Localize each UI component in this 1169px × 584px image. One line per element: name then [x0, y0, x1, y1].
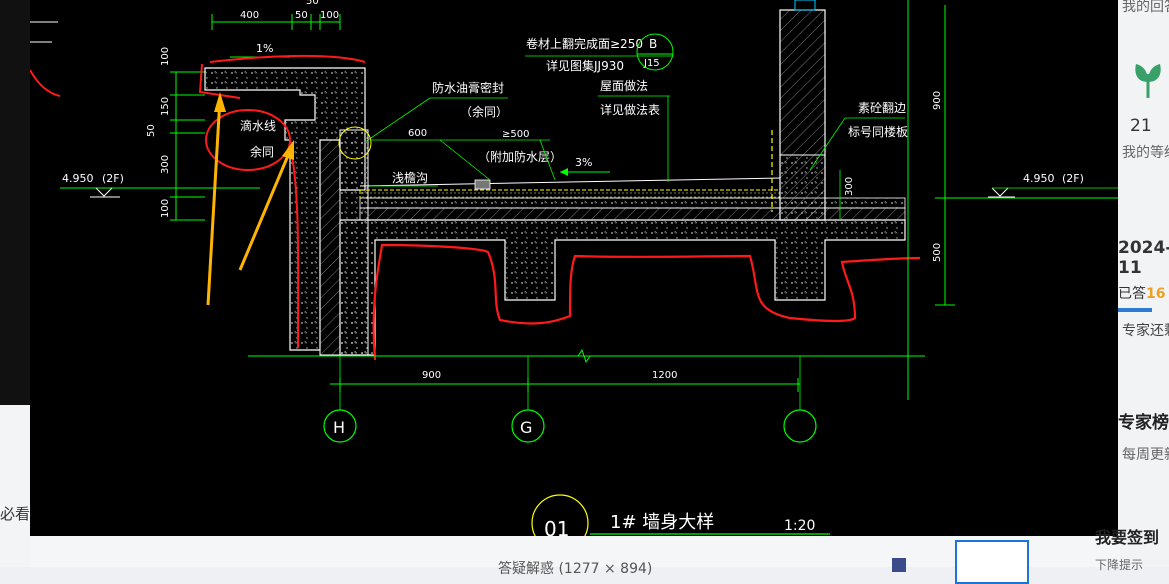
right-rank[interactable]: 专家榜 [1118, 408, 1169, 433]
note-roof: 屋面做法 [600, 78, 648, 93]
dim-left-50: 50 [146, 124, 157, 137]
left-edge-text: 必看 [0, 505, 31, 523]
level-mark-left: 4.950 (2F) [60, 172, 260, 198]
note-concrete-edge: 素砼翻边 [858, 101, 906, 115]
note-drip-line: 滴水线 [240, 118, 276, 133]
dim-left-100-bottom: 100 [160, 199, 171, 218]
note-concrete-edge-ref: 标号同楼板 [848, 124, 908, 139]
right-count: 21 [1130, 116, 1152, 136]
image-caption: 答疑解惑 (1277 × 894) [498, 561, 653, 577]
dim-600: 600 [408, 128, 427, 139]
caption-button[interactable] [892, 558, 906, 572]
dim-50-b: 50 [306, 0, 319, 7]
callout-b: B [649, 37, 657, 51]
bottom-dimensions: 900 1200 [248, 348, 925, 410]
dim-left-150: 150 [160, 97, 171, 116]
dim-900-bottom: 900 [422, 370, 441, 381]
title-number: 01 [544, 517, 569, 536]
note-sealant: 防水油膏密封 [432, 80, 504, 95]
image-viewer[interactable]: 400 50 100 50 1% 100 150 50 300 100 4.95… [30, 0, 1120, 536]
dim-1200-bottom: 1200 [652, 370, 677, 381]
left-dimensions: 100 150 50 300 100 [146, 47, 205, 221]
axis-bubbles: H G [323, 409, 817, 443]
title-scale: 1:20 [784, 518, 815, 534]
note-drip-same: 余同 [250, 144, 274, 159]
level-left-floor: (2F) [102, 172, 124, 185]
note-sealant-same: （余同） [460, 104, 508, 119]
dim-left-300: 300 [160, 155, 171, 174]
slope-top: 1% [256, 42, 273, 55]
top-left-fragment [30, 21, 61, 97]
right-update: 每周更新的 [1122, 447, 1169, 463]
sign-in-subtitle: 下降提示 [1095, 558, 1144, 572]
right-answered: 已答16 [1118, 283, 1165, 303]
level-left-value: 4.950 [62, 172, 94, 185]
right-level: 我的等级 [1122, 145, 1169, 161]
right-date: 2024-11 [1118, 238, 1169, 278]
dim-50-a: 50 [295, 10, 308, 21]
sign-in-icon[interactable] [955, 540, 1029, 584]
sign-in-title[interactable]: 我要签到 [1095, 524, 1159, 548]
level-right-floor: (2F) [1062, 172, 1084, 185]
dim-400: 400 [240, 10, 259, 21]
drawing-title: 01 1# 墙身大样 1:20 [531, 494, 830, 536]
right-expert: 专家还剩 [1122, 323, 1169, 339]
right-my-answer[interactable]: 我的回答 [1122, 0, 1169, 16]
dim-500-right: 500 [932, 243, 943, 262]
note-extra-layer: （附加防水层） [478, 149, 562, 164]
dim-500-min: ≥500 [502, 129, 529, 140]
left-edge-strip [0, 0, 30, 410]
right-sidebar: 我的回答 21 我的等级 2024-11 已答16 专家还剩 专家榜 每周更新的 [1118, 0, 1169, 567]
level-right-value: 4.950 [1023, 172, 1055, 185]
center-annotations: 卷材上翻完成面≥250 详见图集JJ930 B J15 防水油膏密封 （余同） … [338, 33, 674, 187]
parapet-structure [204, 0, 906, 356]
axis-h: H [333, 418, 345, 437]
slope-roof: 3% [575, 156, 592, 169]
dim-900-right: 900 [932, 91, 943, 110]
right-progress-bar [1118, 308, 1152, 312]
dim-300-right: 300 [844, 177, 855, 196]
callout-ref: J15 [643, 58, 660, 69]
dim-100-top: 100 [320, 10, 339, 21]
right-answered-count: 16 [1146, 286, 1166, 302]
note-membrane-ref: 详见图集JJ930 [546, 58, 624, 73]
note-roof-ref: 详见做法表 [600, 102, 660, 117]
left-edge-panel: 必看 [0, 405, 30, 567]
title-text: 1# 墙身大样 [610, 512, 714, 533]
note-gutter: 浅檐沟 [392, 171, 428, 185]
right-answered-label: 已答 [1118, 286, 1146, 302]
leaf-icon [1135, 64, 1161, 98]
axis-g: G [520, 418, 532, 437]
note-membrane: 卷材上翻完成面≥250 [526, 36, 643, 51]
dim-left-100-top: 100 [160, 47, 171, 66]
top-dimensions: 400 50 100 50 1% [211, 0, 341, 58]
cad-drawing: 400 50 100 50 1% 100 150 50 300 100 4.95… [30, 0, 1120, 536]
